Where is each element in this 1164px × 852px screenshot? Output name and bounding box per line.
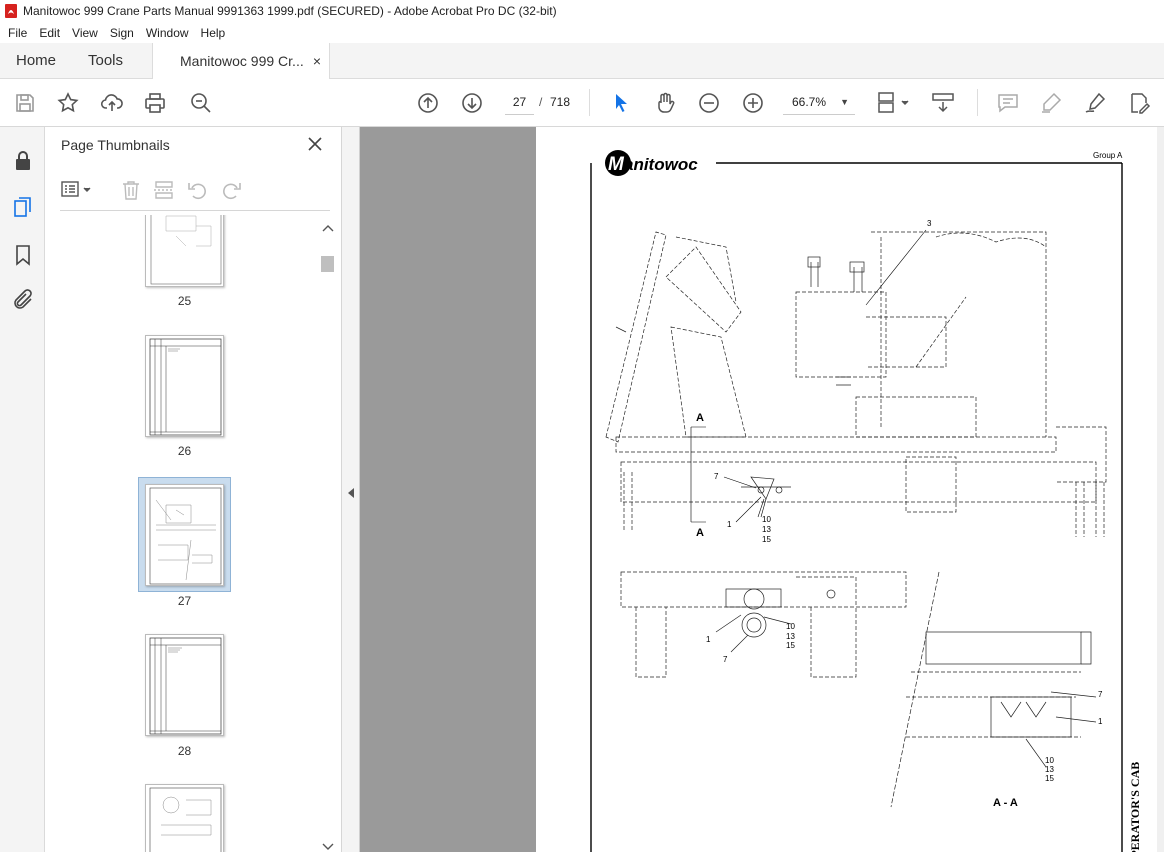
document-viewer: M anitowoc Group A 3 7 1 10 13 15 A A 1 …	[360, 127, 1164, 852]
menu-edit[interactable]: Edit	[35, 26, 64, 40]
menu-window[interactable]: Window	[142, 26, 193, 40]
sign-icon[interactable]	[1083, 91, 1107, 115]
page-thumbnail[interactable]	[145, 215, 224, 287]
brand-logo: anitowoc	[624, 155, 698, 174]
bookmarks-icon[interactable]	[11, 243, 35, 267]
title-bar: Manitowoc 999 Crane Parts Manual 9991363…	[0, 0, 1164, 22]
side-title: OPERATOR'S CAB	[1128, 762, 1142, 852]
page-thumbnails-icon[interactable]	[11, 195, 35, 219]
section-marker-a-bottom: A	[696, 527, 704, 539]
panel-collapse-strip[interactable]	[342, 127, 360, 852]
menu-help[interactable]: Help	[197, 26, 230, 40]
thumbnail-label: 27	[177, 594, 192, 608]
extract-page-icon[interactable]	[152, 179, 176, 201]
callout-3: 3	[927, 219, 932, 228]
callout-7-section: 7	[1098, 690, 1103, 699]
close-icon[interactable]	[307, 136, 323, 152]
zoom-level-select[interactable]: 66.7% ▼	[783, 90, 855, 115]
scrollbar-thumb[interactable]	[321, 256, 334, 272]
tab-document[interactable]: Manitowoc 999 Cr... ×	[152, 43, 330, 80]
scroll-mode-icon[interactable]	[931, 91, 955, 115]
toolbar-divider	[589, 89, 590, 116]
menu-view[interactable]: View	[68, 26, 102, 40]
page-thumbnail[interactable]	[145, 634, 224, 736]
callout-10: 10	[762, 515, 771, 524]
tab-document-label: Manitowoc 999 Cr...	[180, 53, 304, 69]
callout-13: 13	[762, 525, 771, 534]
print-icon[interactable]	[143, 91, 167, 115]
thumbnail-label: 26	[177, 444, 192, 458]
tab-tools[interactable]: Tools	[88, 43, 123, 79]
callout-1: 1	[727, 520, 732, 529]
callout-13-section: 13	[1045, 765, 1054, 774]
callout-7: 7	[714, 472, 719, 481]
parts-drawing: M anitowoc Group A 3 7 1 10 13 15 A A 1 …	[590, 150, 1142, 852]
callout-7-detail: 7	[723, 655, 728, 664]
page-number-input[interactable]: 27	[505, 90, 534, 115]
zoom-level-value: 66.7%	[792, 95, 827, 109]
lock-icon[interactable]	[11, 149, 35, 173]
callout-10-detail: 10	[786, 622, 795, 631]
left-rail	[0, 127, 45, 852]
callout-15-section: 15	[1045, 774, 1054, 783]
window-title: Manitowoc 999 Crane Parts Manual 9991363…	[23, 4, 557, 18]
save-icon[interactable]	[13, 91, 37, 115]
collapse-arrow-icon[interactable]	[346, 487, 356, 499]
comment-icon[interactable]	[996, 91, 1020, 115]
panel-title: Page Thumbnails	[61, 137, 170, 153]
menu-bar: File Edit View Sign Window Help	[0, 22, 1164, 43]
callout-15: 15	[762, 535, 771, 544]
tab-bar: Home Tools Manitowoc 999 Cr... ×	[0, 43, 1164, 80]
main-toolbar	[0, 79, 1164, 127]
section-marker-a-top: A	[696, 412, 704, 424]
group-label: Group A	[1093, 151, 1123, 160]
upload-icon[interactable]	[100, 91, 124, 115]
thumbnail-list: 25 26 27 28	[45, 215, 317, 852]
tab-home[interactable]: Home	[16, 43, 56, 79]
tab-close-icon[interactable]: ×	[313, 43, 321, 79]
delete-page-icon[interactable]	[119, 179, 143, 201]
page-total: 718	[550, 95, 571, 109]
menu-sign[interactable]: Sign	[106, 26, 138, 40]
callout-1-section: 1	[1098, 717, 1103, 726]
zoom-out-icon[interactable]	[697, 91, 721, 115]
thumbnail-label: 28	[177, 744, 192, 758]
page-fit-icon[interactable]	[876, 91, 912, 115]
page-separator: /	[539, 95, 543, 109]
brand-logo-m: M	[608, 154, 625, 175]
thumbnail-scrollbar[interactable]	[320, 221, 334, 852]
hand-icon[interactable]	[653, 91, 677, 115]
thumbnail-toolbar	[60, 179, 330, 211]
thumbnail-options-icon[interactable]	[60, 179, 91, 201]
document-scrollbar[interactable]	[1157, 127, 1164, 852]
callout-1-detail: 1	[706, 635, 711, 644]
zoom-search-icon[interactable]	[189, 91, 213, 115]
menu-file[interactable]: File	[4, 26, 31, 40]
page-up-icon[interactable]	[416, 91, 440, 115]
rotate-cw-icon[interactable]	[219, 179, 243, 201]
thumbnail-label: 25	[177, 294, 192, 308]
attachments-icon[interactable]	[11, 288, 35, 312]
page-thumbnail[interactable]	[145, 335, 224, 437]
callout-15-detail: 15	[786, 641, 795, 650]
pdf-page: M anitowoc Group A 3 7 1 10 13 15 A A 1 …	[536, 127, 1164, 852]
bookmark-star-icon[interactable]	[56, 91, 80, 115]
section-label: A - A	[993, 797, 1018, 809]
acrobat-app-icon	[5, 4, 17, 18]
zoom-in-icon[interactable]	[741, 91, 765, 115]
highlight-icon[interactable]	[1039, 91, 1063, 115]
chevron-down-icon: ▼	[840, 97, 849, 107]
callout-10-section: 10	[1045, 756, 1054, 765]
page-down-icon[interactable]	[460, 91, 484, 115]
edit-icon[interactable]	[1127, 91, 1151, 115]
scroll-down-icon[interactable]	[321, 842, 335, 852]
page-thumbnail-selected[interactable]	[145, 484, 224, 586]
page-thumbnail[interactable]	[145, 784, 224, 852]
thumbnails-panel: Page Thumbnails 25 26 27 28	[45, 127, 342, 852]
callout-13-detail: 13	[786, 632, 795, 641]
rotate-ccw-icon[interactable]	[186, 179, 210, 201]
scroll-up-icon[interactable]	[321, 223, 335, 233]
toolbar-divider	[977, 89, 978, 116]
select-cursor-icon[interactable]	[609, 91, 633, 115]
